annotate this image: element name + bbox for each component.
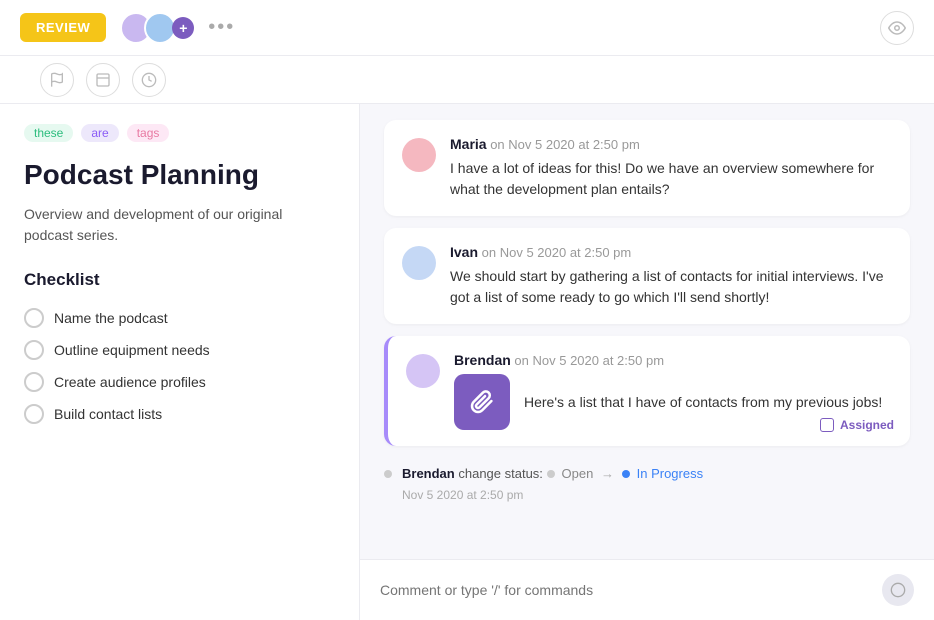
page-description: Overview and development of our original… xyxy=(24,204,335,246)
watch-button[interactable] xyxy=(880,11,914,45)
tag-tags[interactable]: tags xyxy=(127,124,170,142)
comment-content-maria: Maria on Nov 5 2020 at 2:50 pm I have a … xyxy=(450,136,892,200)
top-bar-left: REVIEW + ••• xyxy=(20,12,235,44)
tags-row: these are tags xyxy=(24,124,335,142)
flag-button[interactable] xyxy=(40,63,74,97)
attachment-text: Here's a list that I have of contacts fr… xyxy=(524,392,882,413)
comment-header-maria: Maria on Nov 5 2020 at 2:50 pm xyxy=(450,136,892,152)
clock-button[interactable] xyxy=(132,63,166,97)
avatar-brendan xyxy=(406,354,440,388)
checklist: Name the podcast Outline equipment needs… xyxy=(24,302,335,430)
avatar-ivan xyxy=(402,246,436,280)
status-to: In Progress xyxy=(622,464,703,484)
check-circle-1[interactable] xyxy=(24,308,44,328)
send-icon xyxy=(890,582,906,598)
status-from: Open xyxy=(547,464,594,484)
review-button[interactable]: REVIEW xyxy=(20,13,106,42)
comment-maria: Maria on Nov 5 2020 at 2:50 pm I have a … xyxy=(384,120,910,216)
comment-author-maria: Maria xyxy=(450,136,487,152)
tag-are[interactable]: are xyxy=(81,124,118,142)
top-bar-right xyxy=(880,11,914,45)
comment-brendan: Brendan on Nov 5 2020 at 2:50 pm Here's … xyxy=(384,336,910,446)
checklist-title: Checklist xyxy=(24,270,335,290)
task-icons xyxy=(40,63,166,97)
card-icon xyxy=(95,72,111,88)
comment-header-brendan: Brendan on Nov 5 2020 at 2:50 pm xyxy=(454,352,892,368)
status-change-author: Brendan xyxy=(402,466,455,481)
task-toolbar xyxy=(0,56,934,104)
assigned-checkbox[interactable] xyxy=(820,418,834,432)
main-layout: these are tags Podcast Planning Overview… xyxy=(0,104,934,620)
right-panel: Maria on Nov 5 2020 at 2:50 pm I have a … xyxy=(360,104,934,620)
add-member-button[interactable]: + xyxy=(172,17,194,39)
comment-header-ivan: Ivan on Nov 5 2020 at 2:50 pm xyxy=(450,244,892,260)
check-circle-3[interactable] xyxy=(24,372,44,392)
comment-text-maria: I have a lot of ideas for this! Do we ha… xyxy=(450,158,892,200)
page-title: Podcast Planning xyxy=(24,158,335,192)
clock-icon xyxy=(141,72,157,88)
status-change-content: Brendan change status: Open → In Progres… xyxy=(402,464,703,504)
comment-author-brendan: Brendan xyxy=(454,352,511,368)
checklist-label-3: Create audience profiles xyxy=(54,374,206,390)
send-button[interactable] xyxy=(882,574,914,606)
paperclip-icon xyxy=(470,390,494,414)
left-panel: these are tags Podcast Planning Overview… xyxy=(0,104,360,620)
flag-icon xyxy=(49,72,65,88)
status-dot-open xyxy=(384,470,392,478)
checklist-label-4: Build contact lists xyxy=(54,406,162,422)
eye-icon xyxy=(888,19,906,37)
status-timestamp: Nov 5 2020 at 2:50 pm xyxy=(402,486,703,504)
comment-content-ivan: Ivan on Nov 5 2020 at 2:50 pm We should … xyxy=(450,244,892,308)
card-button[interactable] xyxy=(86,63,120,97)
checklist-label-2: Outline equipment needs xyxy=(54,342,210,358)
attachment-icon[interactable] xyxy=(454,374,510,430)
comment-timestamp-maria: on Nov 5 2020 at 2:50 pm xyxy=(490,137,640,152)
checklist-item-4[interactable]: Build contact lists xyxy=(24,398,335,430)
status-change: Brendan change status: Open → In Progres… xyxy=(384,458,910,510)
status-arrow: → xyxy=(601,466,614,481)
comment-timestamp-ivan: on Nov 5 2020 at 2:50 pm xyxy=(482,245,632,260)
avatar-maria xyxy=(402,138,436,172)
tag-these[interactable]: these xyxy=(24,124,73,142)
assigned-label: Assigned xyxy=(840,418,894,432)
checklist-item-2[interactable]: Outline equipment needs xyxy=(24,334,335,366)
assigned-badge: Assigned xyxy=(820,418,894,432)
checklist-item-3[interactable]: Create audience profiles xyxy=(24,366,335,398)
comment-input[interactable] xyxy=(380,582,872,598)
more-options-button[interactable]: ••• xyxy=(208,16,235,39)
comment-author-ivan: Ivan xyxy=(450,244,478,260)
check-circle-2[interactable] xyxy=(24,340,44,360)
comment-ivan: Ivan on Nov 5 2020 at 2:50 pm We should … xyxy=(384,228,910,324)
checklist-item-1[interactable]: Name the podcast xyxy=(24,302,335,334)
comments-area: Maria on Nov 5 2020 at 2:50 pm I have a … xyxy=(360,104,934,559)
check-circle-4[interactable] xyxy=(24,404,44,424)
checklist-label-1: Name the podcast xyxy=(54,310,168,326)
top-bar: REVIEW + ••• xyxy=(0,0,934,56)
comment-input-bar xyxy=(360,559,934,620)
avatar-group: + xyxy=(120,12,194,44)
comment-text-ivan: We should start by gathering a list of c… xyxy=(450,266,892,308)
comment-timestamp-brendan: on Nov 5 2020 at 2:50 pm xyxy=(514,353,664,368)
